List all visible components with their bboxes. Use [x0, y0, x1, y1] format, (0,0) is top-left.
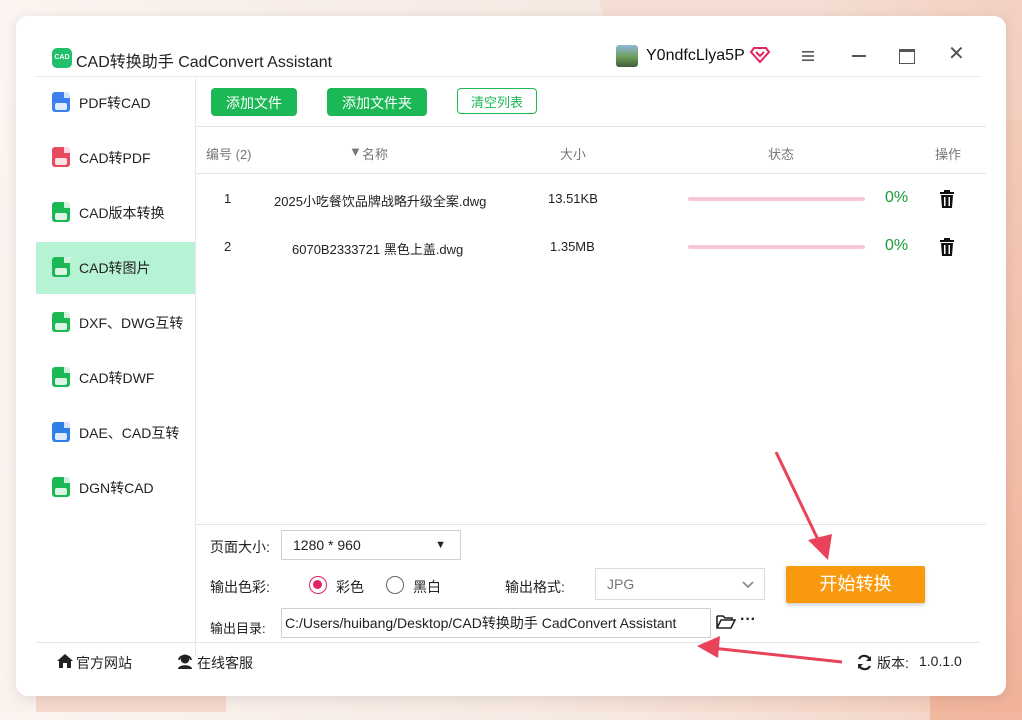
annotation-arrow-to-output-dir — [697, 636, 843, 664]
annotation-arrows — [697, 451, 843, 664]
annotation-arrow-to-start — [774, 451, 832, 560]
